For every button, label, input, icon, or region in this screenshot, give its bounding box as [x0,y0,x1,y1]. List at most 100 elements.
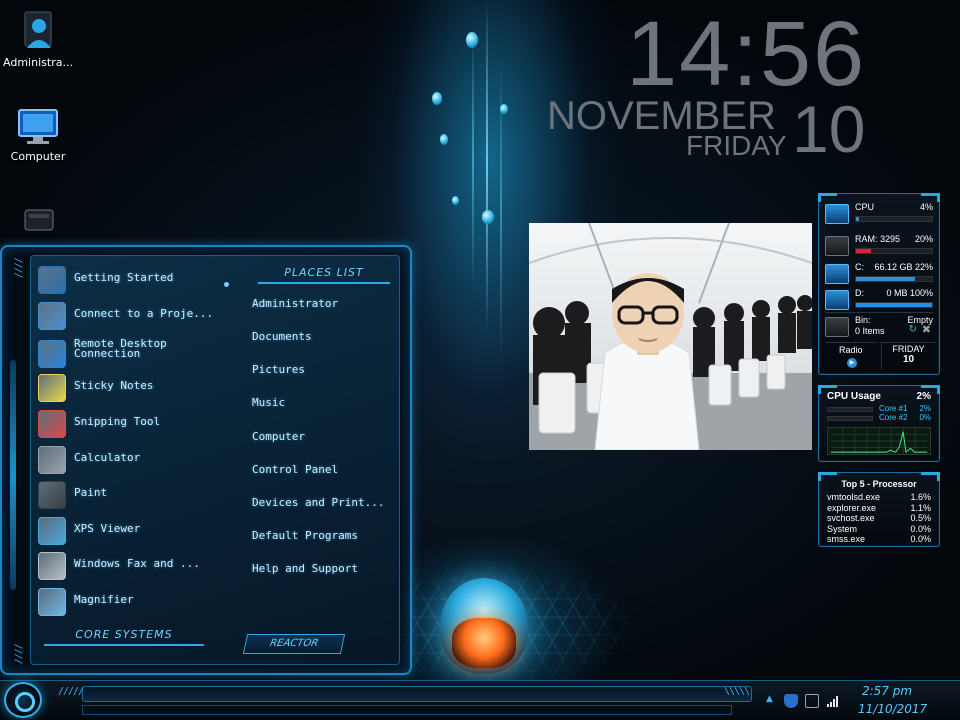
program-label: Paint [74,486,108,499]
desktop-icon-label: Administra... [3,56,73,69]
ram-label: RAM: 3295 [855,234,901,244]
magnifier-icon [38,588,66,616]
process-name: System [827,523,858,534]
program-item[interactable]: Windows Fax and ... [36,550,236,582]
hard-drive-icon [825,290,849,310]
getting-started-icon [38,266,66,294]
program-label: Remote Desktop Connection [74,337,167,360]
drive-d-bar [856,303,932,307]
clock-weekday: FRIDAY [686,130,787,161]
projector-icon [38,302,66,330]
desktop-icon-drive[interactable] [0,200,76,244]
place-item[interactable]: Music [252,396,285,409]
place-item[interactable]: Documents [252,330,312,343]
display-icon[interactable] [805,694,819,708]
day-panel: FRIDAY 10 [881,342,935,370]
process-row: System 0.0% [819,524,939,535]
refresh-icon[interactable]: ↻ [909,324,917,335]
place-item[interactable]: Control Panel [252,463,338,476]
program-item[interactable]: Remote Desktop Connection [36,338,236,370]
bin-items: 0 Items [855,326,885,336]
drive-d-value: 0 MB 100% [886,288,933,298]
signal-icon[interactable] [826,694,840,708]
system-meter-gadget[interactable]: CPU 4% RAM: 3295 20% C: 66.12 GB 22% D: … [818,193,940,375]
arrow-up-icon[interactable]: ▲ [766,694,780,708]
program-label: Connect to a Proje... [74,307,214,320]
place-item[interactable]: Administrator [252,297,338,310]
place-item[interactable]: Devices and Print... [252,496,384,509]
program-item[interactable]: Sticky Notes [36,372,236,404]
photo-image [529,223,812,450]
photo-frame[interactable] [529,223,812,450]
cpu-usage-total: 2% [916,391,931,402]
taskbar-track[interactable] [82,686,752,702]
core-2-value: 0% [919,413,931,422]
cpu-history-graph [827,427,931,455]
play-icon[interactable]: ▶ [847,358,857,368]
water-drop [482,210,494,224]
place-item[interactable]: Default Programs [252,529,358,542]
reactor-core [452,618,516,668]
process-name: smss.exe [827,534,866,544]
process-row: smss.exe 0.0% [819,534,939,545]
program-label: Sticky Notes [74,379,154,392]
program-item[interactable]: Calculator [36,444,236,476]
core-1-value: 2% [919,404,931,413]
program-item[interactable]: XPS Viewer [36,515,236,547]
water-drop [500,104,508,114]
clock-date: 10 [792,92,866,166]
start-orb-button[interactable] [4,682,42,718]
program-item[interactable]: Snipping Tool [36,408,236,440]
core-1-label: Core #1 [879,404,908,413]
cpu-meter: CPU 4% [825,200,933,236]
drive-icon [24,209,54,231]
fax-icon [38,552,66,580]
reactor-button[interactable]: REACTOR [242,634,346,654]
cpu-label: CPU [855,202,875,212]
light-streak [486,0,488,330]
desktop-icon-computer[interactable]: Computer [0,106,76,163]
radio-panel[interactable]: Radio ▶ [825,342,877,370]
program-item[interactable]: Getting Started [36,264,236,296]
ram-bar [856,249,872,253]
program-item[interactable]: Paint [36,479,236,511]
day-date: 10 [902,354,915,365]
menu-scroll-rail[interactable] [10,360,16,590]
clock-time: 14:56 [626,3,867,105]
program-label: Windows Fax and ... [74,557,200,570]
process-value: 0.0% [910,523,931,534]
program-item[interactable]: Magnifier [36,586,236,618]
water-drop [440,134,448,145]
program-label: XPS Viewer [74,522,141,535]
menu-stripes: //// [12,643,24,664]
cpu-usage-gadget[interactable]: CPU Usage 2% Core #1 2% Core #2 0% [818,385,940,462]
core-2-label: Core #2 [879,413,908,422]
cpu-bar [856,217,860,221]
taskbar-date[interactable]: 11/10/2017 [858,702,927,716]
top-processes-title: Top 5 - Processor [841,479,917,489]
shield-icon[interactable] [784,694,798,708]
taskbar-stripes: \\\\\ [724,686,750,697]
program-item[interactable]: Connect to a Proje... [36,300,236,332]
recycle-bin-row[interactable]: Bin: Empty 0 Items ↻ ✖ [825,312,933,338]
process-row: vmtoolsd.exe 1.6% [819,492,939,503]
drive-c-label: C: [855,262,864,272]
taskbar-time[interactable]: 2:57 pm [862,684,912,698]
ram-value: 20% [914,234,933,244]
water-drop [452,196,459,205]
bin-label: Bin: [855,315,871,325]
paint-icon [38,481,66,509]
memory-chip-icon [825,236,849,256]
desktop-icon-label: Computer [10,150,66,163]
process-value: 0.0% [910,534,931,544]
place-item[interactable]: Help and Support [252,562,358,575]
place-item[interactable]: Pictures [252,363,305,376]
top-processes-gadget[interactable]: Top 5 - Processor vmtoolsd.exe 1.6% explor… [818,472,940,547]
recycle-bin-icon [825,317,849,337]
process-value: 1.6% [910,492,931,502]
empty-bin-icon[interactable]: ✖ [922,323,931,336]
desktop-icon-administrator[interactable]: Administra... [0,6,76,69]
place-item[interactable]: Computer [252,430,305,443]
user-folder-icon [24,11,52,48]
process-name: explorer.exe [827,502,877,513]
